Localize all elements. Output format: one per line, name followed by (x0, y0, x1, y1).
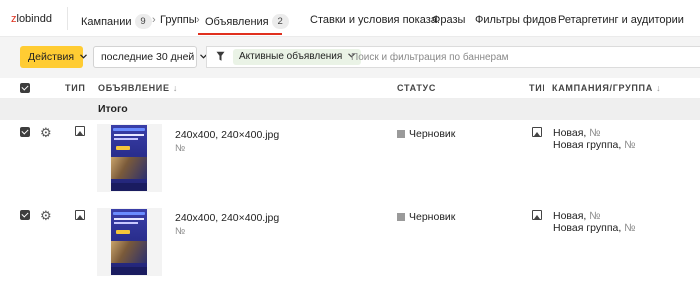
ad-name[interactable]: 240x400, 240×400.jpg (175, 212, 279, 224)
column-header-campaign-group[interactable]: КАМПАНИЯ/ГРУППА ↓ (552, 83, 661, 93)
funnel-icon[interactable] (216, 51, 225, 62)
table-row[interactable]: ⚙ 240x400, 240×400.jpg № Черновик Новая,… (0, 120, 700, 206)
sort-arrow-icon: ↓ (172, 83, 179, 93)
status-draft-indicator (397, 213, 405, 221)
image-ad-icon (532, 210, 542, 220)
breadcrumb-chevron-icon: › (196, 14, 200, 26)
nav-bids-conditions[interactable]: Ставки и условия показа: (310, 14, 440, 26)
column-header-type-2[interactable]: ТИП (529, 83, 544, 93)
ad-number: № (175, 143, 186, 154)
table-header: ТИП ОБЪЯВЛЕНИЕ ↓ СТАТУС ТИП КАМПАНИЯ/ГРУ… (0, 78, 700, 99)
filter-search-box: Активные объявления (206, 46, 700, 68)
row-checkbox[interactable] (20, 127, 30, 137)
image-ad-icon (75, 126, 85, 136)
active-tab-underline (198, 33, 282, 35)
banner-search-input[interactable] (351, 50, 691, 64)
breadcrumb-groups[interactable]: Группы (160, 14, 197, 26)
breadcrumb-ads[interactable]: Объявления 2 (205, 14, 289, 29)
nav-feed-filters[interactable]: Фильтры фидов (475, 14, 557, 26)
ad-thumbnail[interactable] (97, 124, 162, 192)
status-text: Черновик (409, 128, 456, 140)
row-checkbox[interactable] (20, 210, 30, 220)
campaign-link[interactable]: Новая, (553, 210, 586, 222)
banner-preview-image (111, 125, 147, 191)
period-dropdown-button[interactable]: последние 30 дней (93, 46, 208, 68)
total-label: Итого (98, 103, 128, 115)
column-header-status[interactable]: СТАТУС (397, 83, 436, 93)
ad-name[interactable]: 240x400, 240×400.jpg (175, 129, 279, 141)
campaign-link[interactable]: Новая, (553, 127, 586, 139)
active-ads-filter-chip[interactable]: Активные объявления (233, 49, 362, 65)
filter-bar: Действия последние 30 дней Активные объя… (0, 37, 700, 78)
select-all-checkbox[interactable] (20, 83, 30, 93)
image-ad-icon (532, 127, 542, 137)
actions-dropdown-button[interactable]: Действия (20, 46, 87, 68)
column-header-ad[interactable]: ОБЪЯВЛЕНИЕ ↓ (98, 83, 178, 93)
status-text: Черновик (409, 211, 456, 223)
campaign-group-cell: Новая, № Новая группа, № (553, 210, 636, 234)
campaign-group-cell: Новая, № Новая группа, № (553, 127, 636, 151)
ad-thumbnail[interactable] (97, 208, 162, 276)
nav-retargeting[interactable]: Ретаргетинг и аудитории (558, 14, 684, 26)
status-draft-indicator (397, 130, 405, 138)
group-link[interactable]: Новая группа, (553, 222, 621, 234)
banner-preview-image (111, 209, 147, 275)
image-ad-icon (75, 210, 85, 220)
group-link[interactable]: Новая группа, (553, 139, 621, 151)
breadcrumb-chevron-icon: › (152, 14, 156, 26)
nav-divider (67, 7, 68, 30)
ad-number: № (175, 226, 186, 237)
chevron-down-icon (80, 54, 87, 59)
ads-count-badge: 2 (271, 14, 289, 29)
total-row: Итого (0, 99, 700, 120)
account-logo[interactable]: zlobindd (11, 13, 52, 25)
table-row[interactable]: ⚙ 240x400, 240×400.jpg № Черновик Новая,… (0, 201, 700, 287)
gear-icon[interactable]: ⚙ (40, 208, 52, 224)
top-navigation: zlobindd Кампании 9 › Группы › Объявления… (0, 0, 700, 37)
breadcrumb-campaigns[interactable]: Кампании 9 (81, 14, 152, 29)
campaigns-count-badge: 9 (134, 14, 152, 29)
gear-icon[interactable]: ⚙ (40, 125, 52, 141)
column-header-type[interactable]: ТИП (65, 83, 86, 93)
sort-arrow-icon: ↓ (656, 83, 662, 93)
nav-phrases[interactable]: Фразы (432, 14, 465, 26)
